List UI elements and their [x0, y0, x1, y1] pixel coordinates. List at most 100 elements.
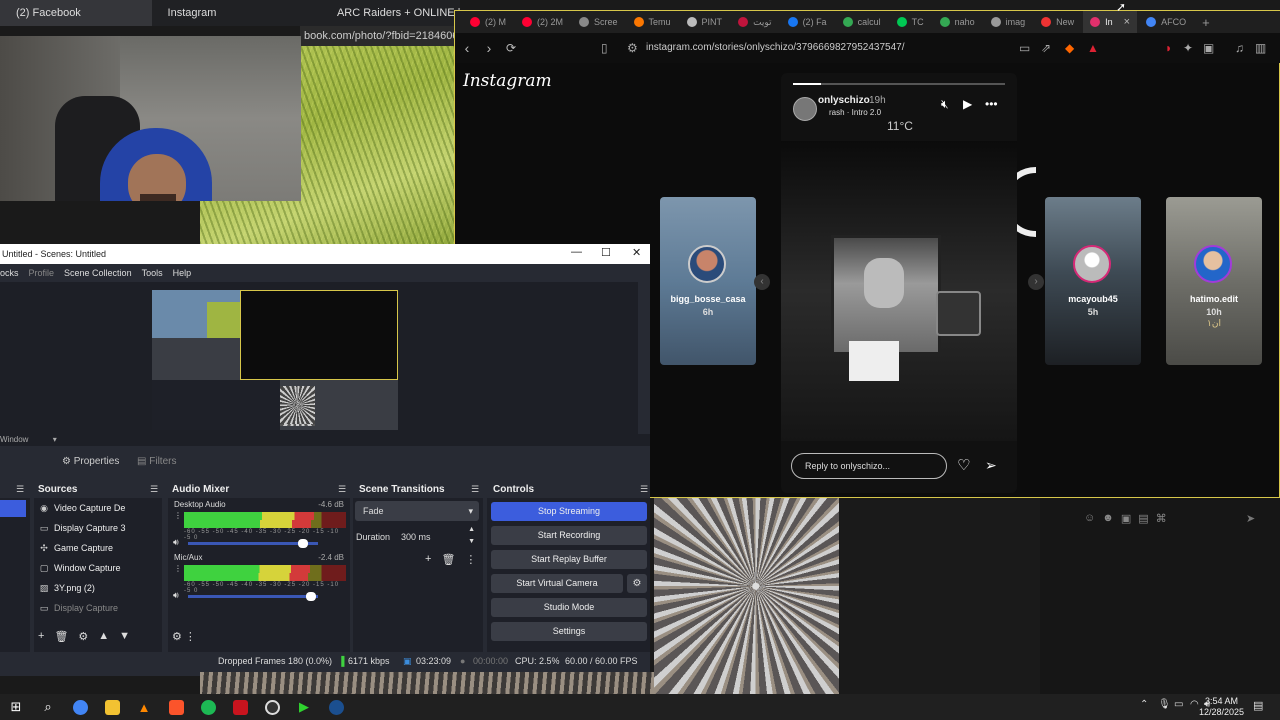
bg-tab-facebook[interactable]: (2) Facebook✕ [0, 0, 152, 26]
forward-button[interactable]: › [479, 40, 499, 56]
steam-icon[interactable] [320, 694, 352, 720]
windows-start-icon[interactable]: ⊞ [0, 694, 32, 720]
filters-button[interactable]: ▤ Filters [137, 456, 176, 467]
vlc-icon[interactable]: ▲ [128, 694, 160, 720]
back-button[interactable]: ‹ [457, 40, 477, 56]
selected-scene[interactable] [0, 500, 26, 517]
play-icon[interactable]: ▶ [963, 97, 972, 111]
side-story-1[interactable]: bigg_bosse_casa 6h [660, 197, 756, 365]
bookmark-icon[interactable]: ▯ [601, 41, 608, 55]
browser-tab[interactable]: In × [1083, 11, 1138, 33]
attach-icon[interactable]: ⌘ [1156, 512, 1167, 525]
stop-streaming-button[interactable]: Stop Streaming [491, 502, 647, 521]
gear-icon[interactable]: ⚙ [78, 630, 88, 643]
close-tab-icon[interactable]: × [1124, 16, 1130, 28]
tray-chevron-icon[interactable]: ⌃ [1140, 699, 1148, 710]
close-icon[interactable]: ✕ [632, 246, 641, 259]
next-story-arrow[interactable]: › [1028, 274, 1044, 290]
brave-shield-icon[interactable]: ◆ [1065, 41, 1074, 55]
send-icon[interactable]: ➤ [1246, 512, 1255, 525]
browser-tab[interactable]: TC [890, 11, 931, 33]
rewards-icon[interactable]: ▲ [1087, 41, 1099, 55]
brave-icon[interactable] [160, 694, 192, 720]
speaker-icon[interactable]: 🔊︎ [173, 537, 179, 548]
up-icon[interactable]: ▲ [98, 630, 109, 643]
story-music[interactable]: rash · Intro 2.0 [829, 108, 881, 117]
cast-icon[interactable]: ▭ [1019, 41, 1030, 55]
extensions-icon[interactable]: ✦ [1183, 41, 1193, 55]
network-icon[interactable]: ◠ [1190, 699, 1199, 710]
duration-field[interactable]: 300 ms ▲ ▼ [395, 524, 479, 548]
start-replay-buffer-button[interactable]: Start Replay Buffer [491, 550, 647, 569]
add-icon[interactable]: + [425, 553, 431, 566]
minimize-icon[interactable]: — [571, 246, 582, 258]
kebab-icon[interactable]: ⋮ [174, 564, 182, 573]
url-field[interactable]: instagram.com/stories/onlyschizo/3796669… [646, 42, 905, 53]
gear-icon[interactable]: ⚙ [627, 574, 647, 593]
source-item[interactable]: ▭Display Capture◌🔒︎ [38, 598, 162, 618]
menu-profile[interactable]: Profile [29, 264, 55, 282]
dock-menu-icon[interactable]: ☰ [471, 484, 479, 495]
file-explorer-icon[interactable] [96, 694, 128, 720]
dock-menu-icon[interactable]: ☰ [16, 484, 24, 495]
gif-icon[interactable]: ▤ [1138, 512, 1148, 525]
stepper-icon[interactable]: ▲ ▼ [468, 524, 475, 548]
extension-icon[interactable]: ◗ [1165, 41, 1172, 55]
trash-icon[interactable]: 🗑︎ [54, 630, 68, 643]
avatar[interactable] [793, 97, 817, 121]
browser-tab[interactable]: New [1034, 11, 1081, 33]
menu-scene-collection[interactable]: Scene Collection [64, 264, 132, 282]
new-tab-button[interactable]: + [1195, 11, 1217, 33]
spotify-icon[interactable] [192, 694, 224, 720]
volume-slider[interactable] [188, 539, 318, 548]
camera-icon[interactable]: ▣ [1121, 512, 1131, 525]
start-recording-button[interactable]: Start Recording [491, 526, 647, 545]
more-icon[interactable]: ••• [985, 97, 998, 111]
browser-tab[interactable]: PINT [680, 11, 730, 33]
dock-menu-icon[interactable]: ☰ [338, 484, 346, 495]
dock-menu-icon[interactable]: ☰ [640, 484, 648, 495]
speaker-icon[interactable]: 🔊︎ [173, 590, 179, 601]
side-story-3[interactable]: hatimo.edit 10h ان١ [1166, 197, 1262, 365]
display-icon[interactable]: ▭ [1174, 699, 1183, 710]
mute-icon[interactable]: 🔇︎ [941, 97, 949, 112]
mic-icon[interactable]: 🎙︎ [1158, 699, 1171, 710]
browser-tab[interactable]: تويت [731, 11, 779, 33]
app-icon[interactable] [224, 694, 256, 720]
chrome-icon[interactable] [64, 694, 96, 720]
bg-tab-arc[interactable]: ARC Raiders + ONLINE | GU [321, 0, 460, 26]
menu-docks[interactable]: ocks [0, 264, 19, 282]
window-dropdown[interactable]: Window ▾ [0, 434, 650, 446]
browser-tab[interactable]: naho [933, 11, 982, 33]
bg-tab-instagram[interactable]: Instagram [152, 0, 221, 26]
send-icon[interactable]: ➢ [985, 457, 997, 474]
story-username[interactable]: onlyschizo [818, 95, 870, 106]
browser-tab[interactable]: (2) 2M [515, 11, 570, 33]
transition-select[interactable]: Fade ▾ [355, 501, 479, 521]
site-info-icon[interactable]: ⚙ [627, 41, 638, 55]
maximize-icon[interactable]: ☐ [601, 246, 611, 259]
obs-icon[interactable] [256, 694, 288, 720]
settings-button[interactable]: Settings [491, 622, 647, 641]
source-item[interactable]: ✣Game Capture👁︎🔒︎ [38, 538, 162, 558]
source-item[interactable]: ◉Video Capture De👁︎🔒︎ [38, 498, 162, 518]
kebab-icon[interactable]: ⋮ [465, 553, 476, 566]
start-virtual-camera-button[interactable]: Start Virtual Camera [491, 574, 623, 593]
browser-tab[interactable]: Scree [572, 11, 625, 33]
heart-icon[interactable]: ♡ [957, 456, 970, 474]
bg-url-bar[interactable]: book.com/photo/?fbid=21846064516 [300, 26, 460, 46]
dock-menu-icon[interactable]: ☰ [150, 484, 158, 495]
game-icon[interactable]: ▶ [288, 694, 320, 720]
clock[interactable]: 3:54 AM 12/28/2025 [1199, 696, 1244, 718]
source-item[interactable]: ▨3Y.png (2)👁︎🔒︎ [38, 578, 162, 598]
side-story-2[interactable]: mcayoub45 5h [1045, 197, 1141, 365]
add-icon[interactable]: + [38, 630, 44, 643]
obs-preview[interactable] [0, 282, 638, 434]
reload-button[interactable]: ⟳ [501, 41, 521, 55]
wallet-icon[interactable]: ▣ [1203, 41, 1214, 55]
menu-tools[interactable]: Tools [142, 264, 163, 282]
sticker-icon[interactable]: ☻ [1102, 512, 1114, 525]
search-icon[interactable]: ⌕ [32, 694, 64, 720]
browser-tab[interactable]: calcul [836, 11, 888, 33]
volume-knob[interactable] [298, 539, 309, 548]
